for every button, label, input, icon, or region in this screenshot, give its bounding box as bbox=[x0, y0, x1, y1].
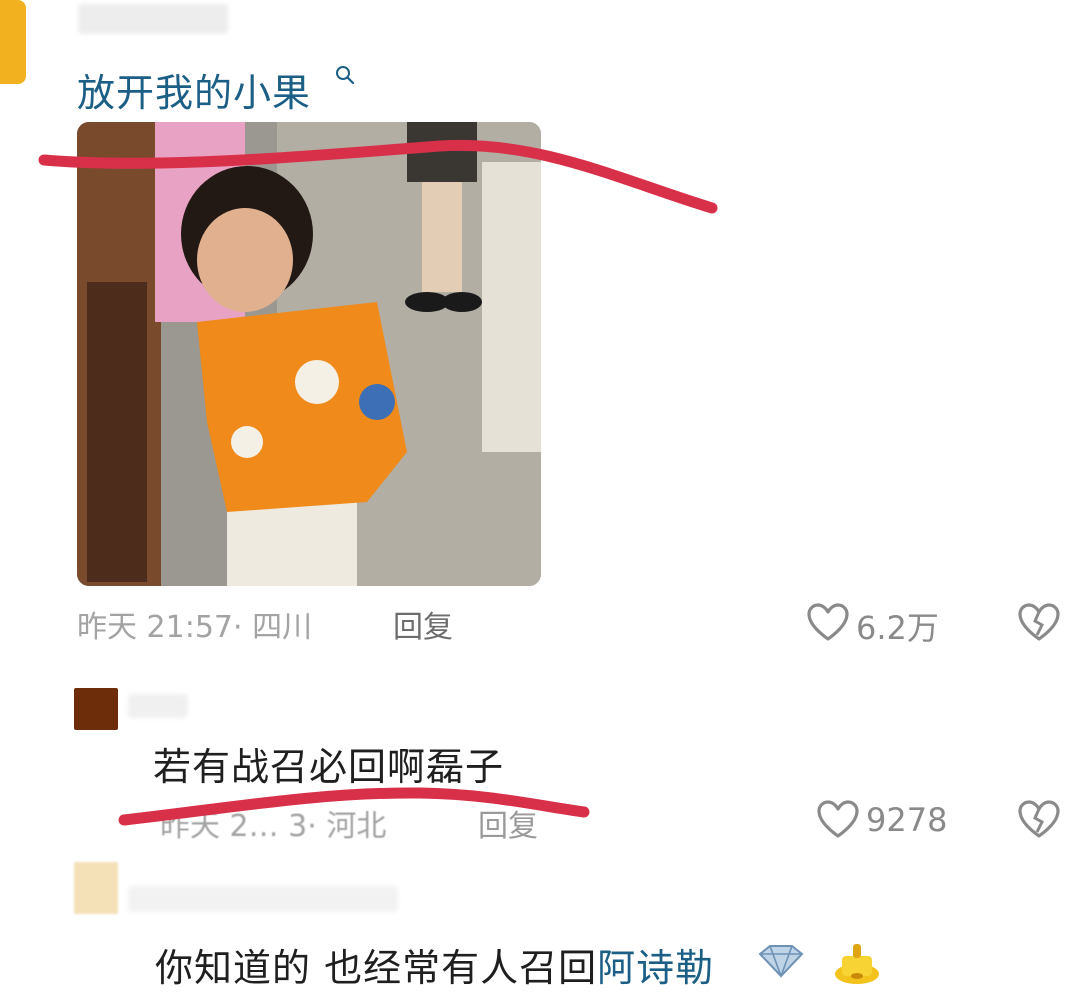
heart-outline-icon[interactable] bbox=[806, 603, 850, 643]
trophy-emoji-icon bbox=[832, 940, 882, 986]
username-blurred[interactable] bbox=[128, 886, 398, 912]
diamond-emoji-icon bbox=[756, 944, 806, 978]
reply-button[interactable]: 回复 bbox=[393, 602, 453, 646]
comment-meta: 昨天 2… 3· 河北 bbox=[160, 809, 387, 844]
reply-button[interactable]: 回复 bbox=[478, 801, 538, 845]
avatar[interactable] bbox=[74, 862, 118, 914]
mention-link[interactable]: 阿诗勒 bbox=[597, 946, 714, 990]
heart-outline-icon[interactable] bbox=[816, 800, 860, 840]
comment-meta: 昨天 21:57· 四川 bbox=[77, 610, 313, 645]
broken-heart-icon[interactable] bbox=[1017, 800, 1061, 840]
username-blurred[interactable] bbox=[128, 694, 188, 718]
like-count: 6.2万 bbox=[856, 609, 939, 647]
avatar[interactable] bbox=[0, 0, 26, 84]
broken-heart-icon[interactable] bbox=[1017, 603, 1061, 643]
comment-text: 你知道的 也经常有人召回阿诗勒 bbox=[155, 937, 714, 992]
username-blurred[interactable] bbox=[78, 4, 228, 34]
search-icon[interactable] bbox=[334, 64, 356, 86]
comment-photo[interactable] bbox=[77, 122, 541, 586]
comment-text: 放开我的小果 bbox=[77, 71, 312, 115]
comment-text: 若有战召必回啊磊子 bbox=[153, 745, 505, 789]
like-count: 9278 bbox=[866, 801, 948, 839]
comment-text-prefix: 你知道的 也经常有人召回 bbox=[155, 946, 598, 990]
avatar[interactable] bbox=[74, 688, 118, 730]
